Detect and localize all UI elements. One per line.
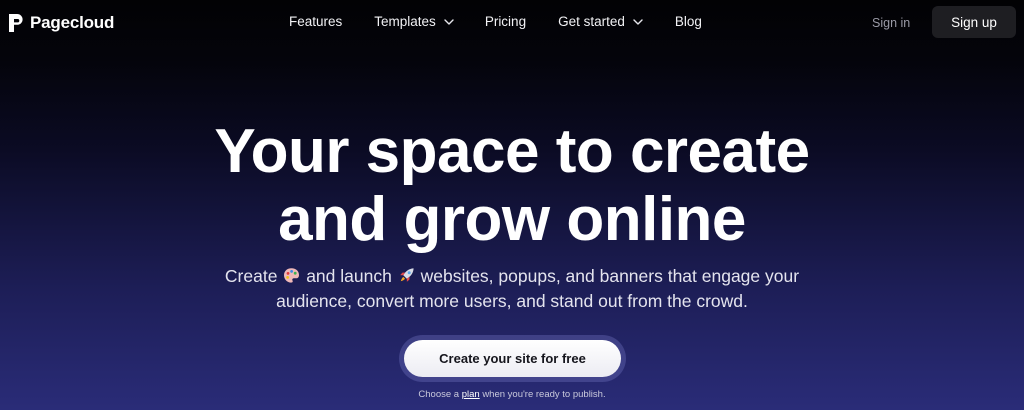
- brand-name: Pagecloud: [30, 13, 115, 32]
- subtitle-part-1: Create: [224, 266, 278, 286]
- nav-item-templates[interactable]: Templates: [374, 14, 454, 29]
- nav-item-get-started[interactable]: Get started: [558, 14, 643, 29]
- hero-title-line-1: Your space to create: [214, 117, 810, 186]
- chevron-down-icon: [633, 18, 643, 25]
- nav-item-label: Get started: [558, 14, 625, 29]
- sign-in-link[interactable]: Sign in: [872, 16, 910, 30]
- plan-link[interactable]: plan: [462, 389, 480, 400]
- top-navigation: Pagecloud Features Templates Pricing Get…: [0, 0, 1024, 44]
- nav-item-label: Features: [289, 14, 343, 29]
- chevron-down-icon: [444, 18, 454, 25]
- artist-palette-emoji-icon: [283, 267, 300, 284]
- nav-item-pricing[interactable]: Pricing: [485, 14, 526, 29]
- publish-note-after: when you're ready to publish.: [482, 389, 606, 400]
- sign-up-button[interactable]: Sign up: [932, 6, 1016, 38]
- hero-title: Your space to create and grow online: [0, 118, 1024, 254]
- main-menu: Features Templates Pricing Get started B…: [289, 14, 702, 29]
- rocket-emoji-icon: [398, 267, 415, 284]
- subtitle-part-2: and launch: [306, 266, 392, 286]
- brand-logo[interactable]: Pagecloud: [9, 13, 114, 33]
- hero-title-line-2: and grow online: [278, 185, 746, 254]
- publish-note-before: Choose a: [418, 389, 460, 400]
- nav-item-label: Pricing: [484, 14, 527, 29]
- hero-subtitle: Create and launch websites, popups, and …: [212, 264, 812, 314]
- nav-item-blog[interactable]: Blog: [675, 14, 702, 29]
- nav-item-label: Blog: [674, 14, 702, 29]
- create-site-button[interactable]: Create your site for free: [404, 340, 621, 377]
- nav-item-label: Templates: [374, 14, 436, 29]
- publish-note: Choose a plan when you're ready to publi…: [0, 389, 1024, 400]
- nav-item-features[interactable]: Features: [289, 14, 342, 29]
- pagecloud-logo-icon: [9, 14, 23, 32]
